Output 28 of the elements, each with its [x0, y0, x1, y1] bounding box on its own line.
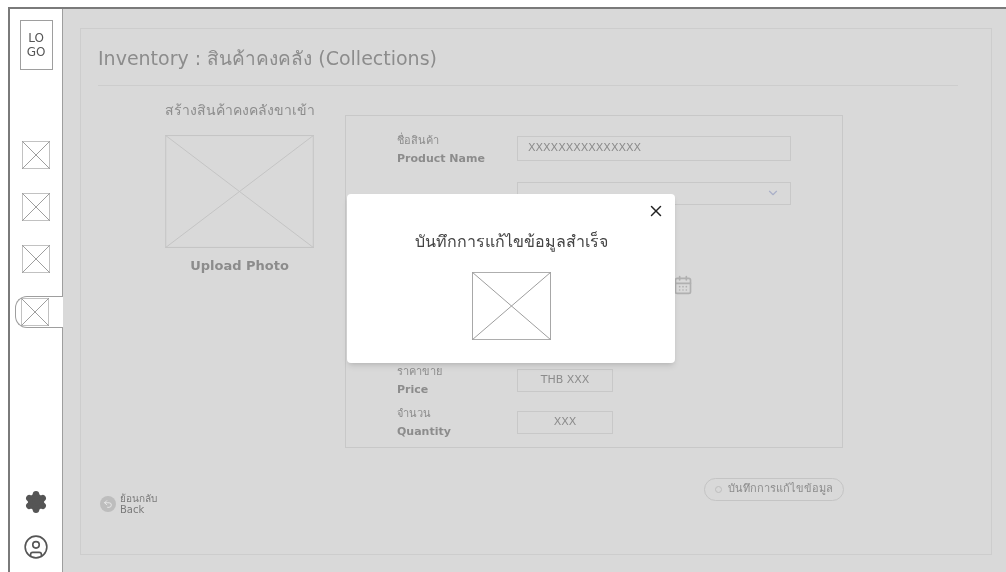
logo: LO GO: [19, 20, 53, 70]
sidebar-item[interactable]: [21, 192, 51, 222]
account-icon[interactable]: [23, 534, 49, 560]
field-label-thai: จำนวน: [397, 405, 432, 422]
back-label-thai: ย้อนกลับ: [120, 492, 157, 504]
image-placeholder-icon: [22, 245, 50, 273]
product-name-field[interactable]: XXXXXXXXXXXXXXX: [517, 135, 791, 161]
sidebar-item[interactable]: [21, 244, 51, 274]
image-placeholder-icon: [21, 298, 49, 326]
input-field[interactable]: XXX: [517, 410, 613, 434]
sidebar-item[interactable]: [21, 140, 51, 170]
upload-label: Upload Photo: [189, 256, 290, 275]
back-button[interactable]: [100, 495, 116, 512]
section-title: สร้างสินค้าคงคลังขาเข้า: [165, 100, 316, 120]
field-label: Product Name: [397, 150, 486, 167]
undo-icon: [103, 498, 113, 509]
field-label-thai: ชื่อสินค้า: [397, 131, 440, 149]
dialog-title: บันทึกการแก้ไขข้อมูลสำเร็จ: [414, 230, 608, 254]
page-title: Inventory : สินค้าคงคลัง (Collections): [98, 46, 438, 71]
input-field[interactable]: THB XXX: [517, 369, 613, 392]
field-label: Quantity: [397, 423, 452, 440]
sidebar-item[interactable]: [15, 296, 63, 328]
back-label: Back: [120, 503, 146, 515]
image-placeholder-icon: [22, 141, 50, 169]
field-label-thai: ราคาขาย: [397, 364, 443, 380]
calendar-icon[interactable]: [673, 275, 693, 296]
image-placeholder-icon: [22, 193, 50, 221]
field-label: Price: [397, 382, 430, 398]
